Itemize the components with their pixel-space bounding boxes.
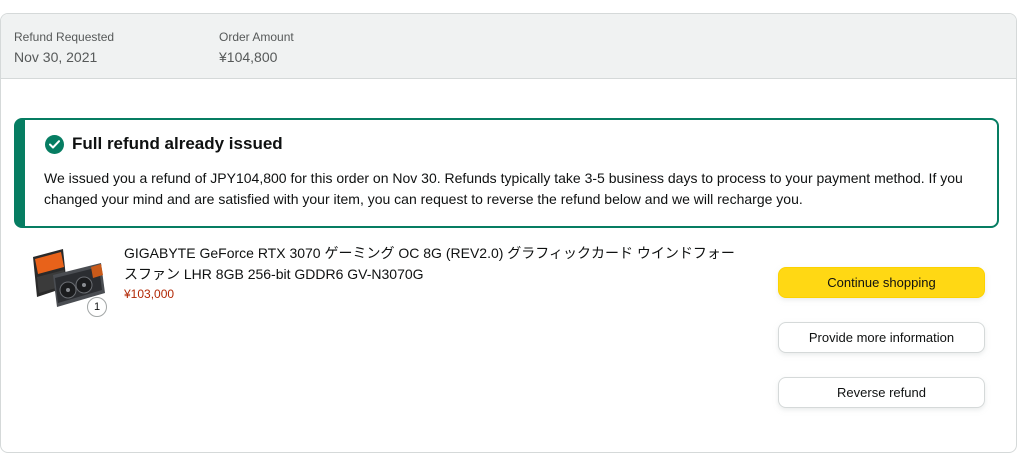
order-amount-block: Order Amount ¥104,800 — [219, 29, 294, 67]
check-circle-icon — [45, 134, 64, 154]
provide-more-information-button[interactable]: Provide more information — [778, 322, 985, 353]
refund-alert: Full refund already issued We issued you… — [14, 118, 999, 228]
order-amount-value: ¥104,800 — [219, 49, 278, 65]
refund-requested-date: Nov 30, 2021 — [14, 49, 98, 65]
order-card: Refund Requested Nov 30, 2021 Order Amou… — [0, 13, 1017, 453]
quantity-badge: 1 — [87, 297, 107, 317]
refund-requested-block: Refund Requested Nov 30, 2021 — [14, 29, 114, 67]
order-amount-label: Order Amount — [219, 30, 294, 44]
alert-title-row: Full refund already issued — [45, 134, 283, 154]
item-title[interactable]: GIGABYTE GeForce RTX 3070 ゲーミング OC 8G (R… — [124, 243, 744, 285]
reverse-refund-button[interactable]: Reverse refund — [778, 377, 985, 408]
alert-title: Full refund already issued — [72, 134, 283, 153]
continue-shopping-button[interactable]: Continue shopping — [778, 267, 985, 298]
refund-requested-label: Refund Requested — [14, 30, 115, 44]
alert-message: We issued you a refund of JPY104,800 for… — [44, 170, 963, 207]
item-price: ¥103,000 — [124, 287, 175, 301]
order-header: Refund Requested Nov 30, 2021 Order Amou… — [1, 14, 1016, 79]
